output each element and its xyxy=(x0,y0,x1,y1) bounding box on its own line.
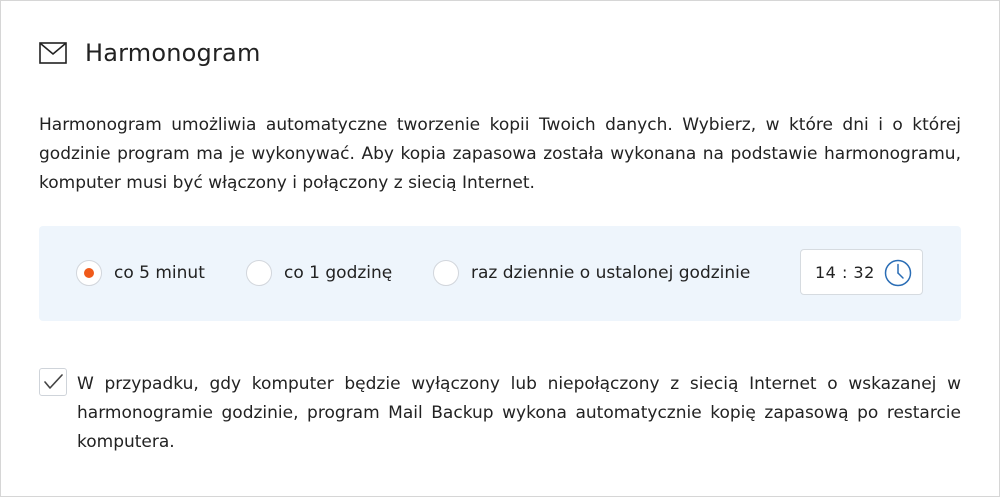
clock-icon[interactable] xyxy=(884,259,912,287)
radio-button-checked[interactable] xyxy=(76,260,102,286)
schedule-options-panel: co 5 minut co 1 godzinę raz dziennie o u… xyxy=(39,226,961,321)
schedule-card: Harmonogram Harmonogram umożliwia automa… xyxy=(0,0,1000,497)
radio-daily-at-time[interactable]: raz dziennie o ustalonej godzinie xyxy=(433,260,750,286)
radio-button[interactable] xyxy=(246,260,272,286)
radio-label: raz dziennie o ustalonej godzinie xyxy=(471,263,751,283)
page-title: Harmonogram xyxy=(85,39,261,67)
envelope-icon xyxy=(39,42,67,64)
radio-label: co 5 minut xyxy=(114,263,205,283)
radio-button[interactable] xyxy=(433,260,459,286)
time-value[interactable]: 14 : 32 xyxy=(815,263,875,282)
radio-every-1-hour[interactable]: co 1 godzinę xyxy=(246,260,392,286)
catchup-checkbox[interactable] xyxy=(39,368,67,396)
section-header: Harmonogram xyxy=(39,39,261,67)
time-picker[interactable]: 14 : 32 xyxy=(800,249,923,295)
checkmark-icon xyxy=(44,374,63,389)
catchup-checkbox-label: W przypadku, gdy komputer będzie wyłączo… xyxy=(77,374,961,452)
radio-every-5-minutes[interactable]: co 5 minut xyxy=(76,260,205,286)
radio-label: co 1 godzinę xyxy=(284,263,393,283)
intro-text: Harmonogram umożliwia automatyczne tworz… xyxy=(39,115,961,193)
